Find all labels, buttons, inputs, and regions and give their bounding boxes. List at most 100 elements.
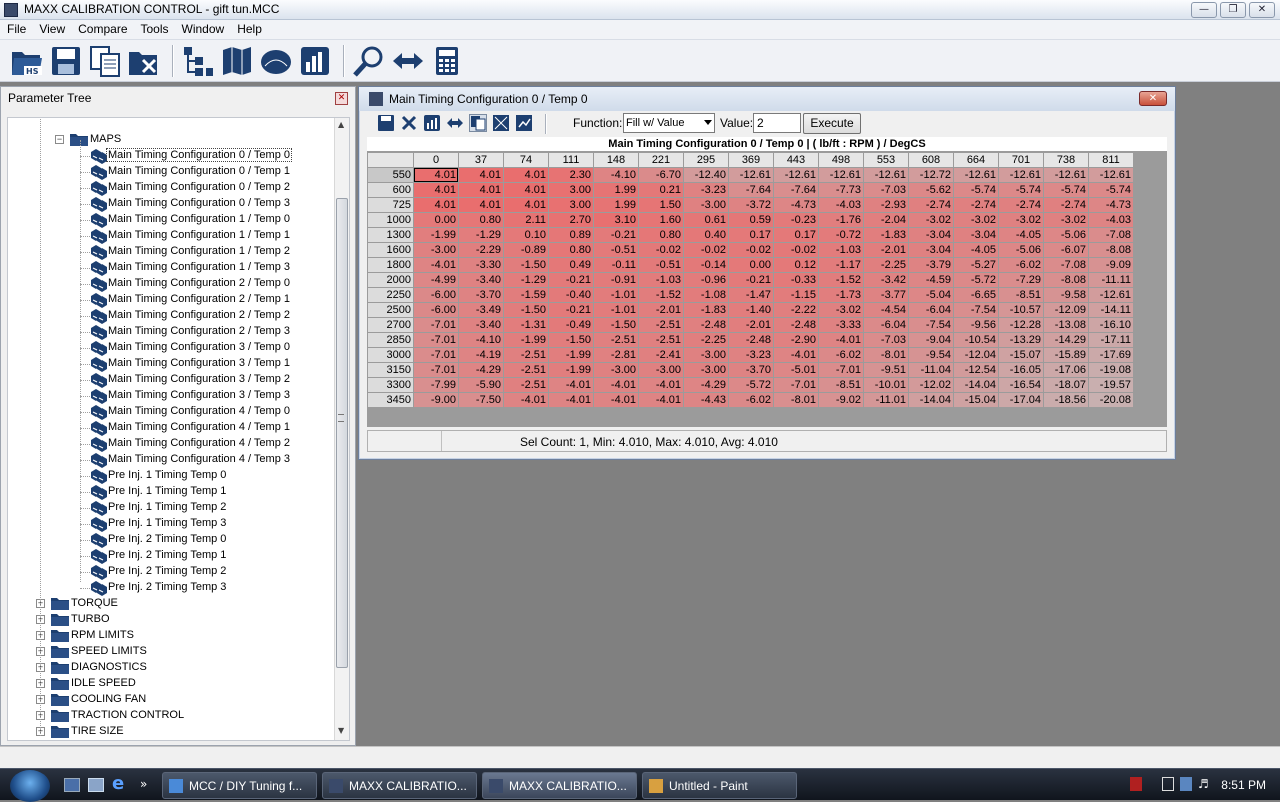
map-cell[interactable]: -0.02	[729, 243, 773, 257]
map-cell[interactable]: -2.22	[774, 303, 818, 317]
map-cell[interactable]: -2.90	[774, 333, 818, 347]
map-cell[interactable]: -4.01	[594, 378, 638, 392]
map-cell[interactable]: -8.01	[864, 348, 908, 362]
map-cell[interactable]: -3.00	[684, 348, 728, 362]
map-cell[interactable]: 4.01	[504, 183, 548, 197]
tree-folder-torque[interactable]: TORQUE	[71, 597, 118, 609]
map-cell[interactable]: -7.03	[864, 333, 908, 347]
map-cell[interactable]: 4.01	[459, 168, 503, 182]
map-cell[interactable]: 0.17	[774, 228, 818, 242]
battery-icon[interactable]	[1162, 777, 1174, 791]
switch-windows-icon[interactable]	[88, 778, 104, 792]
map-cell[interactable]: -7.64	[729, 183, 773, 197]
map-cell[interactable]: -2.51	[639, 333, 683, 347]
map-cell[interactable]: -0.21	[549, 303, 593, 317]
map-cell[interactable]: 0.21	[639, 183, 683, 197]
map-cell[interactable]: -4.43	[684, 393, 728, 407]
map-cell[interactable]: -5.01	[774, 363, 818, 377]
map-cell[interactable]: -3.04	[909, 243, 953, 257]
map-cell[interactable]: -13.08	[1044, 318, 1088, 332]
map-cell[interactable]: -2.01	[639, 303, 683, 317]
save-icon[interactable]	[49, 44, 83, 78]
map-cell[interactable]: -1.03	[819, 243, 863, 257]
map-cell[interactable]: -1.01	[594, 288, 638, 302]
map-cell[interactable]: -8.08	[1044, 273, 1088, 287]
map-cell[interactable]: -1.08	[684, 288, 728, 302]
map-cell[interactable]: -1.29	[459, 228, 503, 242]
tree-icon[interactable]	[181, 44, 215, 78]
map-cell[interactable]: -7.29	[999, 273, 1043, 287]
volume-icon[interactable]: ♬	[1198, 777, 1210, 791]
map-cell[interactable]: 1.99	[594, 183, 638, 197]
map-cell[interactable]: -6.02	[819, 348, 863, 362]
map-cell[interactable]: -6.00	[414, 288, 458, 302]
map-cell[interactable]: -2.51	[504, 348, 548, 362]
map-cell[interactable]: -0.96	[684, 273, 728, 287]
tree-item-map[interactable]: Pre Inj. 1 Timing Temp 0	[108, 469, 226, 481]
map-window-close-button[interactable]: ✕	[1139, 91, 1167, 106]
map-cell[interactable]: -1.03	[639, 273, 683, 287]
map-cell[interactable]: 0.12	[774, 258, 818, 272]
tree-folder-traction-control[interactable]: TRACTION CONTROL	[71, 709, 184, 721]
value-input[interactable]: 2	[753, 113, 801, 133]
tree-folder-maps[interactable]: MAPS	[90, 133, 121, 145]
function-select[interactable]: Fill w/ Value	[623, 113, 715, 133]
map-cell[interactable]: -5.04	[909, 288, 953, 302]
map-cell[interactable]: -3.33	[819, 318, 863, 332]
tree-item-map[interactable]: Main Timing Configuration 0 / Temp 3	[108, 197, 290, 209]
map-cell[interactable]: 0.17	[729, 228, 773, 242]
map-cell[interactable]: -18.56	[1044, 393, 1088, 407]
map-cell[interactable]: -9.58	[1044, 288, 1088, 302]
tree-item-map[interactable]: Main Timing Configuration 1 / Temp 2	[108, 245, 290, 257]
map-cell[interactable]: -5.72	[729, 378, 773, 392]
row-header[interactable]: 2850	[368, 333, 413, 347]
map-cell[interactable]: -1.83	[864, 228, 908, 242]
map-cell[interactable]: 4.01	[414, 168, 458, 182]
map-cell[interactable]: -3.72	[729, 198, 773, 212]
close-panel-button[interactable]: ✕	[335, 92, 348, 105]
chart-icon[interactable]	[298, 44, 332, 78]
taskbar-button[interactable]: MAXX CALIBRATIO...	[482, 772, 637, 799]
map-cell[interactable]: -12.72	[909, 168, 953, 182]
map-cell[interactable]: -6.02	[729, 393, 773, 407]
map-cell[interactable]: -15.04	[954, 393, 998, 407]
tree-item-map[interactable]: Main Timing Configuration 0 / Temp 1	[108, 165, 290, 177]
map-cell[interactable]: -3.02	[999, 213, 1043, 227]
row-header[interactable]: 3450	[368, 393, 413, 407]
map-cell[interactable]: -3.02	[909, 213, 953, 227]
column-header[interactable]: 443	[774, 153, 818, 167]
map-cell[interactable]: -16.10	[1089, 318, 1133, 332]
maximize-button[interactable]: ❐	[1220, 2, 1246, 18]
map-cell[interactable]: -9.04	[909, 333, 953, 347]
map-cell[interactable]: -2.29	[459, 243, 503, 257]
map-cell[interactable]: -1.76	[819, 213, 863, 227]
map-cell[interactable]: -2.04	[864, 213, 908, 227]
more-quicklaunch-icon[interactable]: »	[140, 778, 156, 792]
map-cell[interactable]: -5.74	[999, 183, 1043, 197]
map-cell[interactable]: -12.61	[1089, 168, 1133, 182]
minimize-button[interactable]: —	[1191, 2, 1217, 18]
row-header[interactable]: 725	[368, 198, 413, 212]
column-header[interactable]: 811	[1089, 153, 1133, 167]
map-cell[interactable]: -8.51	[819, 378, 863, 392]
map-cell[interactable]: -1.29	[504, 273, 548, 287]
map-cell[interactable]: -12.40	[684, 168, 728, 182]
map-cell[interactable]: -4.01	[639, 378, 683, 392]
map-cell[interactable]: -4.29	[459, 363, 503, 377]
tree-item-map[interactable]: Pre Inj. 1 Timing Temp 2	[108, 501, 226, 513]
map-cell[interactable]: -0.89	[504, 243, 548, 257]
map-cell[interactable]: 0.80	[639, 228, 683, 242]
map-book-icon[interactable]	[220, 44, 254, 78]
map-cell[interactable]: 4.01	[414, 183, 458, 197]
map-cell[interactable]: -3.02	[1044, 213, 1088, 227]
map-cell[interactable]: -4.03	[1089, 213, 1133, 227]
map-cell[interactable]: 0.80	[549, 243, 593, 257]
map-cell[interactable]: -12.61	[819, 168, 863, 182]
map-cell[interactable]: 0.89	[549, 228, 593, 242]
map-cell[interactable]: -7.64	[774, 183, 818, 197]
map-cell[interactable]: -1.73	[819, 288, 863, 302]
map-cell[interactable]: -5.72	[954, 273, 998, 287]
map-cell[interactable]: -4.03	[819, 198, 863, 212]
map-cell[interactable]: -7.08	[1044, 258, 1088, 272]
row-header[interactable]: 3000	[368, 348, 413, 362]
